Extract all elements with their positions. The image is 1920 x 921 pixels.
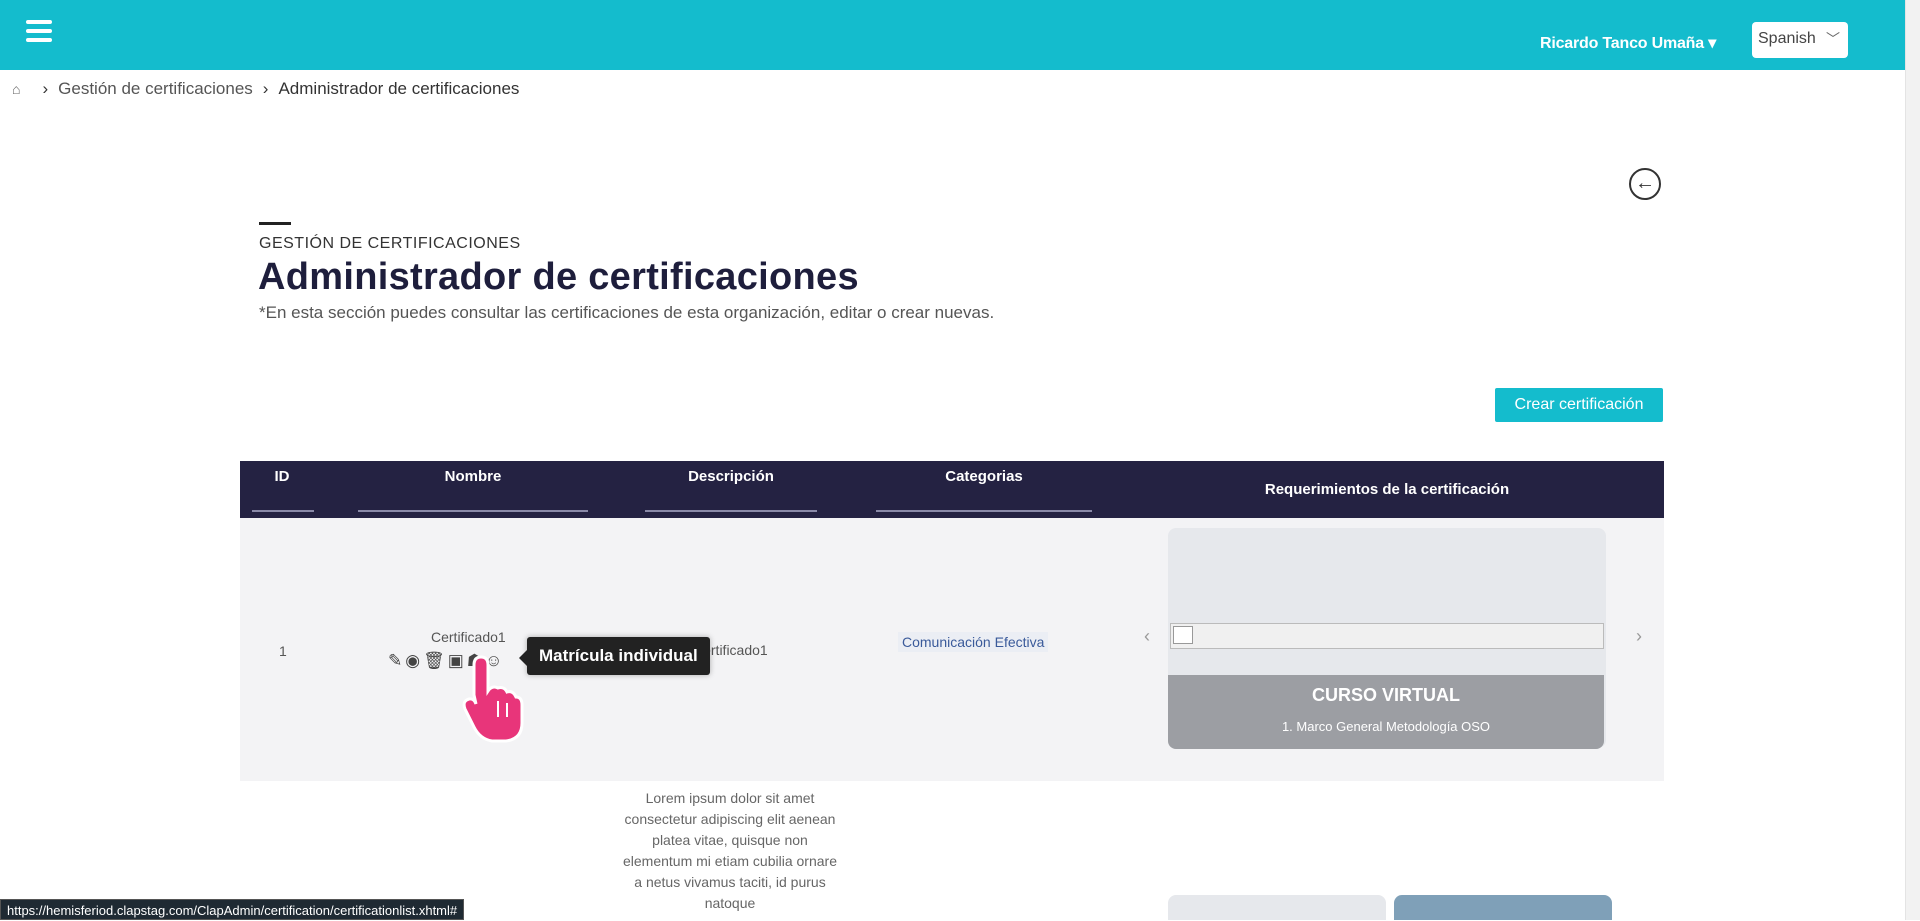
page-title: Administrador de certificaciones	[258, 256, 859, 298]
edit-icon[interactable]: ✎	[388, 651, 402, 671]
language-value: Spanish	[1758, 30, 1816, 47]
id-filter-line[interactable]	[252, 510, 314, 512]
categories-filter-line[interactable]	[876, 510, 1092, 512]
name-filter-line[interactable]	[358, 510, 588, 512]
column-header-description[interactable]: Descripción	[645, 468, 817, 485]
chevron-down-icon: ﹀	[1826, 31, 1840, 47]
section-label: GESTIÓN DE CERTIFICACIONES	[259, 235, 521, 252]
requirement-card[interactable]	[1168, 895, 1386, 920]
chevron-left-icon[interactable]: ‹	[1144, 626, 1150, 647]
view-icon[interactable]: ◉	[405, 651, 420, 671]
course-title: CURSO VIRTUAL	[1312, 685, 1460, 705]
column-header-id[interactable]: ID	[252, 468, 312, 485]
scrollbar[interactable]	[1905, 0, 1920, 920]
back-arrow-icon[interactable]: ←	[1629, 168, 1661, 200]
chevron-right-icon: ›	[42, 79, 49, 98]
column-header-name[interactable]: Nombre	[358, 468, 588, 485]
pointer-hand-icon	[462, 655, 524, 743]
course-image	[1170, 623, 1604, 649]
column-header-requirements: Requerimientos de la certificación	[1264, 481, 1510, 498]
delete-icon[interactable]: 🗑	[423, 651, 445, 671]
status-bar-url: https://hemisferiod.clapstag.com/ClapAdm…	[0, 899, 465, 920]
page-subtitle: *En esta sección puedes consultar las ce…	[259, 303, 995, 322]
row-id: 1	[279, 643, 287, 659]
chevron-right-icon[interactable]: ›	[1636, 626, 1642, 647]
course-subtitle: 1. Marco General Metodología OSO	[1281, 719, 1491, 734]
tooltip: Matrícula individual	[519, 637, 710, 675]
row-name: Certificado1	[431, 629, 506, 645]
requirement-card-image[interactable]	[1394, 895, 1612, 920]
description-filter-line[interactable]	[645, 510, 817, 512]
breadcrumb: ⌂ › Gestión de certificaciones › Adminis…	[12, 79, 519, 99]
broken-image-icon	[1173, 626, 1193, 644]
chevron-right-icon: ›	[262, 79, 269, 98]
home-icon[interactable]: ⌂	[12, 81, 20, 97]
breadcrumb-item[interactable]: Gestión de certificaciones	[58, 79, 253, 99]
column-header-categories[interactable]: Categorias	[876, 468, 1092, 485]
lorem-description: Lorem ipsum dolor sit amet consectetur a…	[623, 790, 837, 911]
title-accent-line	[259, 222, 291, 225]
category-badge: Comunicación Efectiva	[898, 632, 1049, 652]
user-menu[interactable]: Ricardo Tanco Umaña ▾	[1540, 33, 1716, 53]
hamburger-icon[interactable]	[26, 20, 52, 46]
create-certification-button[interactable]: Crear certificación	[1495, 388, 1663, 422]
language-select[interactable]: Spanish ﹀	[1752, 22, 1848, 58]
breadcrumb-current: Administrador de certificaciones	[278, 79, 520, 98]
